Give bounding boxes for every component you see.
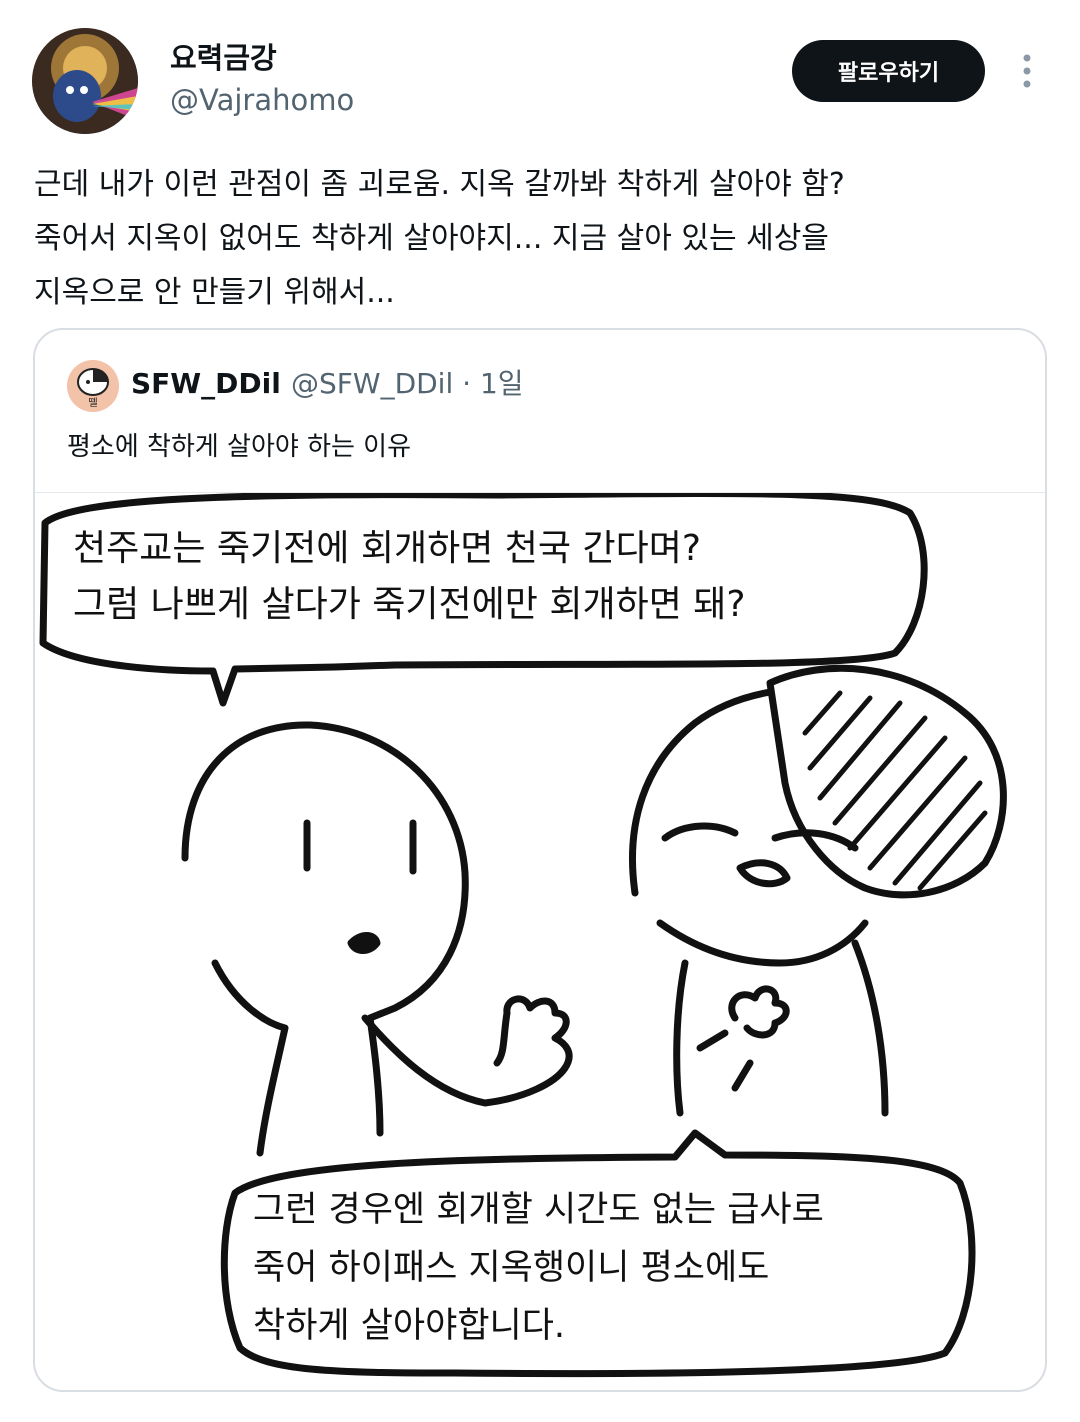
- bottom-bubble-text: 그런 경우엔 회개할 시간도 없는 급사로 죽어 하이패스 지옥행이니 평소에도…: [253, 1181, 824, 1355]
- quoted-text: 평소에 착하게 살아야 하는 이유: [67, 432, 412, 462]
- tweet-line: 근데 내가 이런 관점이 좀 괴로움. 지옥 갈까봐 착하게 살아야 함?: [34, 167, 845, 202]
- author-handle[interactable]: @Vajrahomo: [170, 82, 354, 118]
- tweet-line: 지옥으로 안 만들기 위해서...: [34, 275, 395, 310]
- top-bubble-text: 천주교는 죽기전에 회개하면 천국 간다며? 그럼 나쁘게 살다가 죽기전에만 …: [73, 521, 745, 633]
- quoted-time[interactable]: 1일: [480, 367, 524, 400]
- avatar-label: 뗄: [88, 397, 97, 409]
- more-vertical-icon[interactable]: [1012, 52, 1042, 92]
- quoted-handle-time: @SFW_DDil · 1일: [291, 366, 524, 402]
- bubble-line: 착하게 살아야합니다.: [253, 1306, 566, 1346]
- quoted-author-avatar[interactable]: 뗄: [67, 360, 119, 412]
- quoted-handle[interactable]: @SFW_DDil: [291, 367, 453, 400]
- author-avatar[interactable]: [32, 28, 138, 134]
- quoted-tweet-card[interactable]: 뗄 SFW_DDil @SFW_DDil · 1일 평소에 착하게 살아야 하는…: [33, 328, 1047, 1392]
- quoted-display-name[interactable]: SFW_DDil: [131, 366, 281, 402]
- comic-image[interactable]: 천주교는 죽기전에 회개하면 천국 간다며? 그럼 나쁘게 살다가 죽기전에만 …: [35, 493, 1045, 1390]
- author-display-name[interactable]: 요력금강: [170, 40, 277, 76]
- tweet-text: 근데 내가 이런 관점이 좀 괴로움. 지옥 갈까봐 착하게 살아야 함? 죽어…: [34, 158, 1044, 320]
- separator-dot: ·: [462, 367, 480, 400]
- tweet-line: 죽어서 지옥이 없어도 착하게 살아야지... 지금 살아 있는 세상을: [34, 221, 829, 256]
- bubble-line: 그런 경우엔 회개할 시간도 없는 급사로: [253, 1190, 824, 1230]
- bubble-line: 죽어 하이패스 지옥행이니 평소에도: [253, 1248, 770, 1288]
- bubble-line: 천주교는 죽기전에 회개하면 천국 간다며?: [73, 528, 701, 569]
- follow-button[interactable]: 팔로우하기: [792, 40, 985, 102]
- bubble-line: 그럼 나쁘게 살다가 죽기전에만 회개하면 돼?: [73, 584, 746, 625]
